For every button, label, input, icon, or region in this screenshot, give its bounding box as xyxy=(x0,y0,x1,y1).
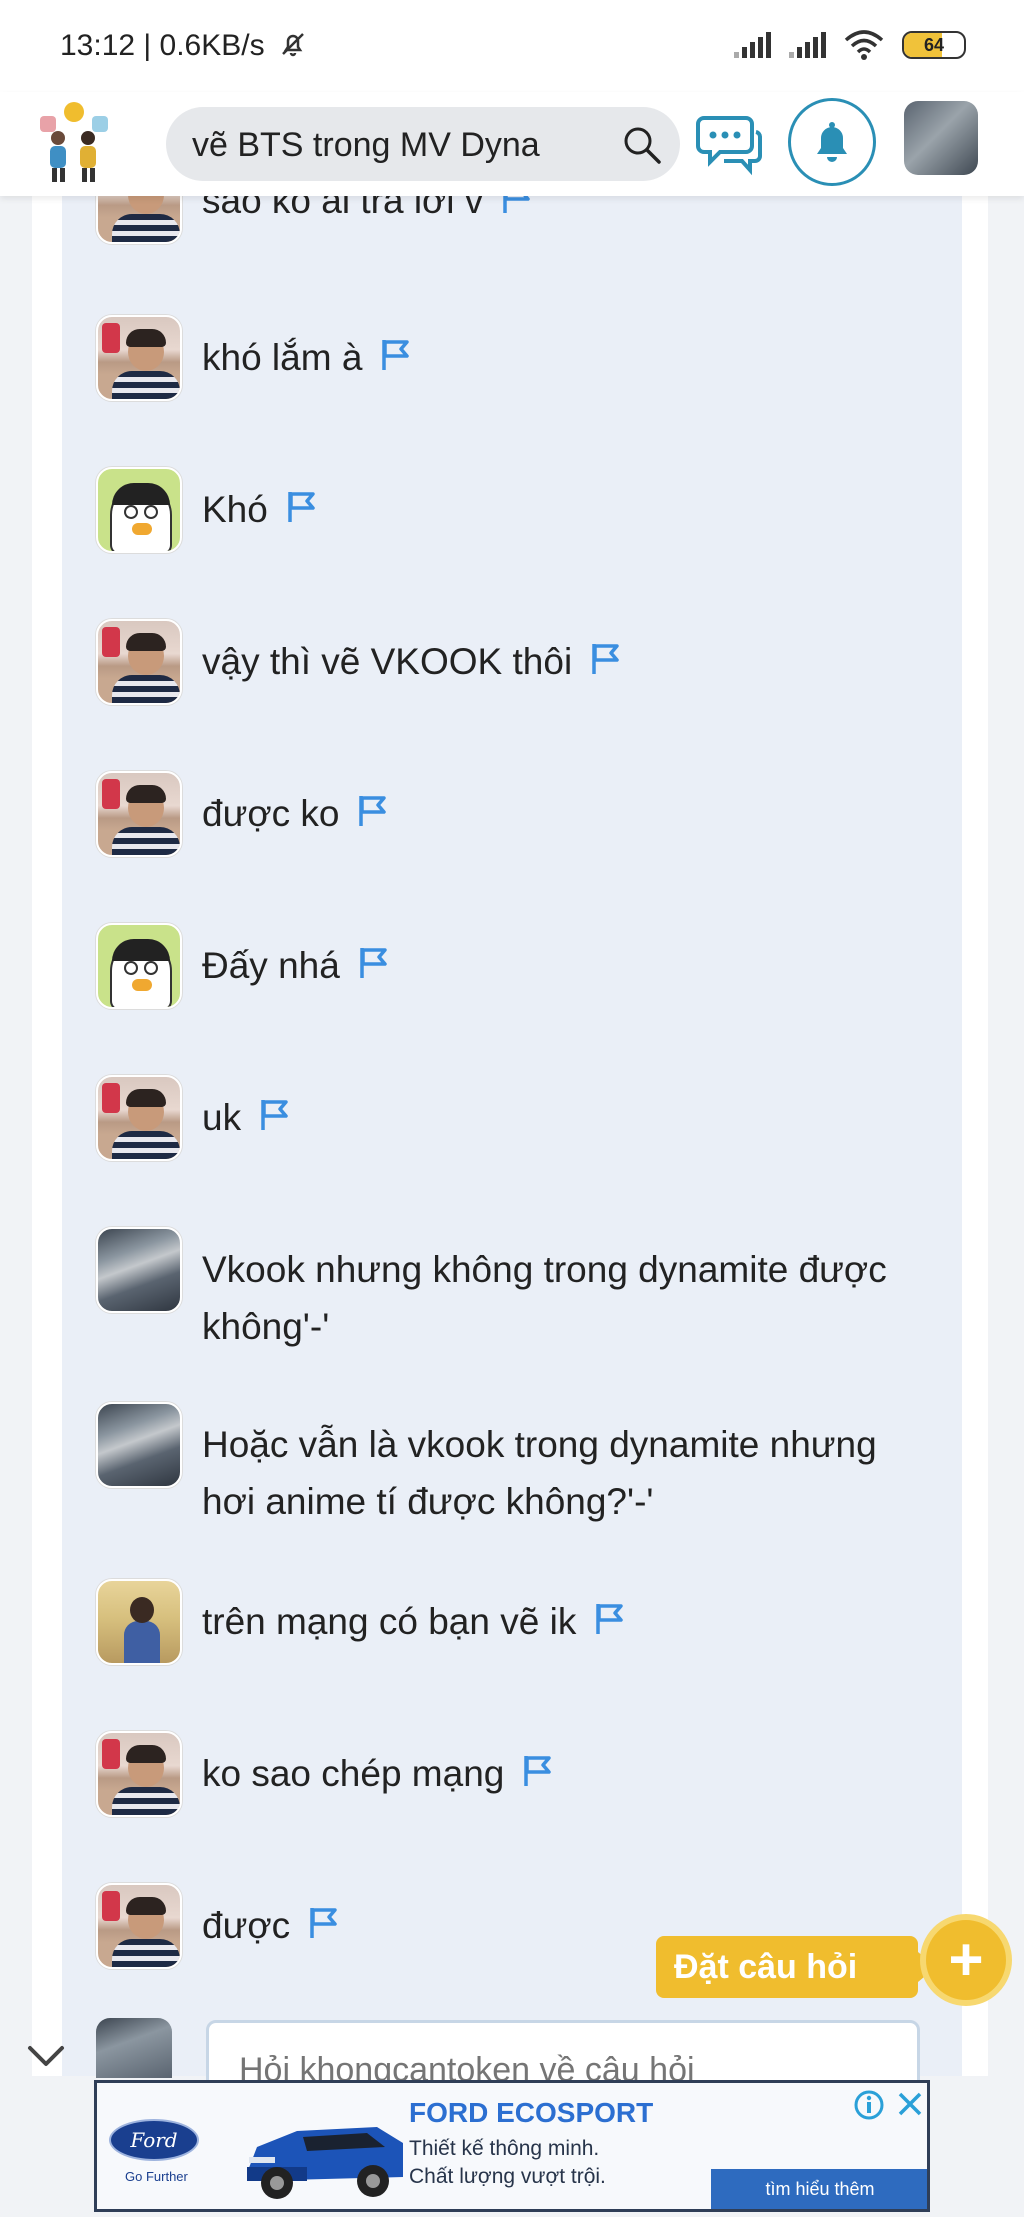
ad-brand-tagline: Go Further xyxy=(125,2169,188,2184)
avatar[interactable] xyxy=(96,771,182,857)
comment-text: ko sao chép mạng xyxy=(202,1753,505,1794)
comment-text-wrap: ko sao chép mạng xyxy=(202,1745,922,1802)
flag-report-icon[interactable] xyxy=(590,635,620,674)
avatar[interactable] xyxy=(96,923,182,1009)
comment-text-wrap: vậy thì vẽ VKOOK thôi xyxy=(202,633,922,690)
search-icon[interactable] xyxy=(622,125,662,165)
flag-report-icon[interactable] xyxy=(286,483,316,522)
flag-report-icon[interactable] xyxy=(259,1091,289,1130)
avatar[interactable] xyxy=(96,1731,182,1817)
reply-user-avatar xyxy=(96,2018,172,2078)
status-time-text: 13:12 | 0.6KB/s xyxy=(60,29,265,62)
flag-report-icon[interactable] xyxy=(594,1595,624,1634)
ask-question-label[interactable]: Đặt câu hỏi xyxy=(656,1936,936,1998)
avatar[interactable] xyxy=(96,467,182,553)
comment-text: vậy thì vẽ VKOOK thôi xyxy=(202,641,573,682)
signal-2-icon xyxy=(789,32,826,58)
comment-text: Đấy nhá xyxy=(202,945,340,986)
search-bar[interactable]: vẽ BTS trong MV Dyna xyxy=(166,107,680,181)
status-time-speed: 13:12 | 0.6KB/s xyxy=(60,28,309,63)
comment-text: Khó xyxy=(202,489,268,530)
comment-text-wrap: Khó xyxy=(202,481,922,538)
chevron-down-icon[interactable] xyxy=(24,2040,68,2072)
comment-text: khó lắm à xyxy=(202,337,363,378)
battery-level: 64 xyxy=(923,35,945,55)
chat-bubbles-icon[interactable] xyxy=(696,110,762,176)
comment-text: Hoặc vẫn là vkook trong dynamite nhưng h… xyxy=(202,1424,877,1522)
ad-title: FORD ECOSPORT xyxy=(409,2097,654,2128)
info-icon[interactable] xyxy=(853,2089,885,2121)
comment-text-wrap: trên mạng có bạn vẽ ik xyxy=(202,1593,922,1650)
avatar[interactable] xyxy=(96,1883,182,1969)
app-header: vẽ BTS trong MV Dyna xyxy=(0,92,1024,196)
search-input-text[interactable]: vẽ BTS trong MV Dyna xyxy=(192,126,612,165)
comment-text-wrap: Vkook nhưng không trong dynamite được kh… xyxy=(202,1241,922,1355)
avatar[interactable] xyxy=(96,1227,182,1313)
comment-text: uk xyxy=(202,1097,242,1138)
ad-brand-logo: Ford xyxy=(109,2119,199,2161)
notifications-button[interactable] xyxy=(788,98,876,186)
ad-cta-button[interactable]: tìm hiểu thêm xyxy=(711,2169,927,2209)
bell-icon xyxy=(817,122,847,162)
signal-1-icon xyxy=(734,32,771,58)
comment-text-wrap: Đấy nhá xyxy=(202,937,922,994)
comment-text-wrap: khó lắm à xyxy=(202,329,922,386)
comment-text: Vkook nhưng không trong dynamite được kh… xyxy=(202,1249,887,1347)
comment-text: được ko xyxy=(202,793,340,834)
avatar[interactable] xyxy=(96,619,182,705)
user-avatar[interactable] xyxy=(904,101,978,175)
avatar[interactable] xyxy=(96,1402,182,1488)
ad-text-line-1: Thiết kế thông minh. xyxy=(409,2137,600,2160)
wifi-icon xyxy=(844,30,884,60)
avatar[interactable] xyxy=(96,1579,182,1665)
status-bar: 13:12 | 0.6KB/s 64 xyxy=(0,0,1024,92)
flag-report-icon[interactable] xyxy=(357,787,387,826)
ad-text-line-2: Chất lượng vượt trội. xyxy=(409,2165,606,2188)
flag-report-icon[interactable] xyxy=(380,331,410,370)
mute-bell-icon xyxy=(282,33,304,57)
ad-banner[interactable]: Ford Go Further FORD ECOSPORT Thiết kế t… xyxy=(94,2080,930,2212)
comment-text: được xyxy=(202,1905,291,1946)
logo-icon[interactable] xyxy=(34,98,114,184)
flag-report-icon[interactable] xyxy=(522,1747,552,1786)
avatar[interactable] xyxy=(96,1075,182,1161)
close-icon[interactable] xyxy=(895,2089,925,2119)
avatar[interactable] xyxy=(96,315,182,401)
comment-text-wrap: uk xyxy=(202,1089,922,1146)
battery-icon: 64 xyxy=(902,31,966,59)
ask-question-button[interactable]: + xyxy=(920,1914,1012,2006)
comment-text-wrap: Hoặc vẫn là vkook trong dynamite nhưng h… xyxy=(202,1416,922,1530)
flag-report-icon[interactable] xyxy=(358,939,388,978)
comment-text: trên mạng có bạn vẽ ik xyxy=(202,1601,577,1642)
comment-text-wrap: được ko xyxy=(202,785,922,842)
flag-report-icon[interactable] xyxy=(308,1899,338,1938)
status-indicators: 64 xyxy=(734,30,966,60)
